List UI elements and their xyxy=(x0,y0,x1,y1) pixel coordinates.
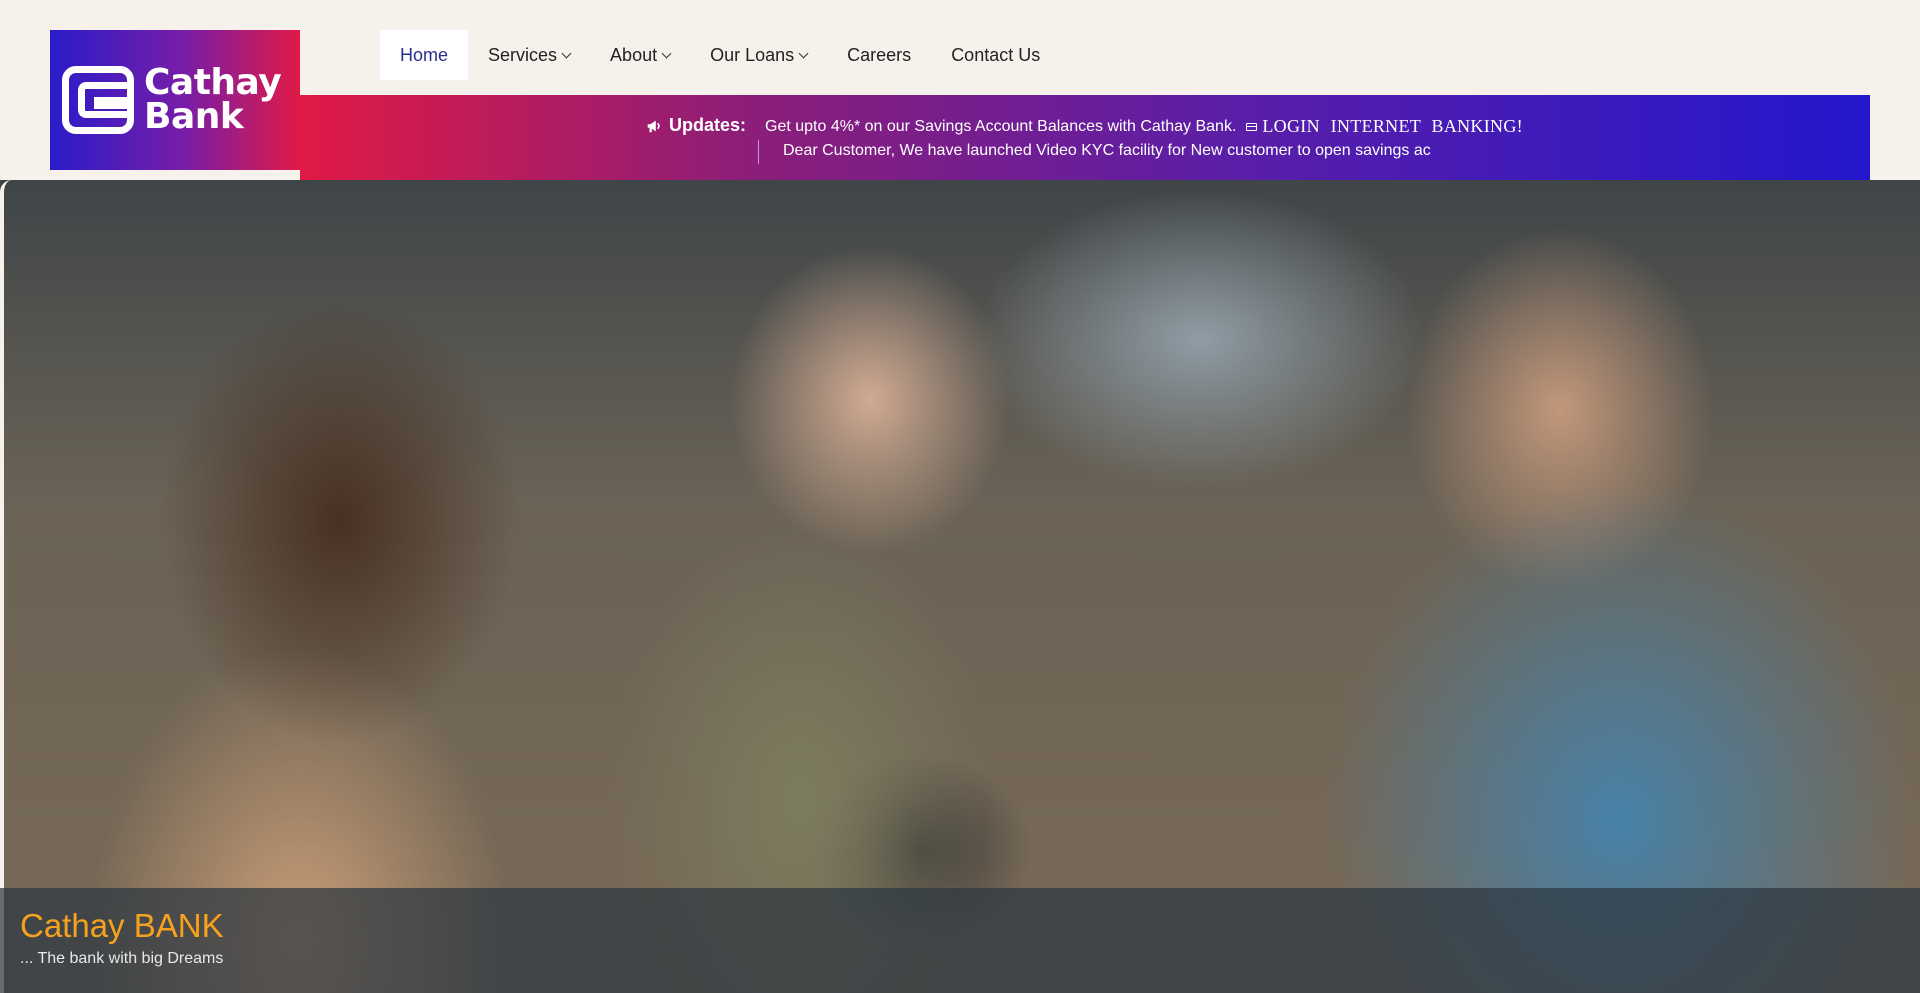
nav-label-careers: Careers xyxy=(847,44,912,65)
hero-caption: Cathay BANK ... The bank with big Dreams xyxy=(0,888,1920,993)
nav-item-our-loans[interactable]: Our Loans xyxy=(690,30,827,80)
ticker-divider xyxy=(758,140,759,164)
bank-logo[interactable]: Cathay Bank xyxy=(50,30,300,170)
updates-label: Updates: xyxy=(645,115,746,136)
logo-line2: Bank xyxy=(144,96,244,137)
updates-bar: Updates: Get upto 4%* on our Savings Acc… xyxy=(300,95,1870,180)
hero-frame xyxy=(0,180,1920,993)
nav-label-our-loans: Our Loans xyxy=(710,44,795,65)
nav-item-home[interactable]: Home xyxy=(380,30,469,80)
login-internet-banking-link[interactable]: LOGIN INTERNET BANKING! xyxy=(1246,116,1523,137)
logo-line1: Cathay xyxy=(144,62,282,103)
nav-label-services: Services xyxy=(488,44,558,65)
hero-title: Cathay BANK xyxy=(20,907,224,944)
chevron-down-icon xyxy=(798,48,809,58)
hero-subtitle: ... The bank with big Dreams xyxy=(20,950,224,967)
main-nav: Home Services About Our Loans Careers Co… xyxy=(380,30,1060,80)
nav-label-contact-us: Contact Us xyxy=(951,44,1041,65)
chevron-down-icon xyxy=(661,48,672,58)
nav-item-careers[interactable]: Careers xyxy=(827,30,931,80)
nav-label-about: About xyxy=(610,44,658,65)
chevron-down-icon xyxy=(561,48,572,58)
ticker-item[interactable]: Get upto 4%* on our Savings Account Bala… xyxy=(765,116,1523,137)
nav-item-services[interactable]: Services xyxy=(468,30,590,80)
updates-label-text: Updates: xyxy=(669,115,747,135)
logo-mark-icon xyxy=(62,66,134,134)
megaphone-icon xyxy=(647,120,660,132)
logo-text: Cathay Bank xyxy=(144,62,282,137)
nav-item-about[interactable]: About xyxy=(590,30,690,80)
nav-label-home: Home xyxy=(400,44,449,65)
nav-item-contact-us[interactable]: Contact Us xyxy=(931,30,1060,80)
ticker-text-kyc[interactable]: Dear Customer, We have launched Video KY… xyxy=(783,142,1431,160)
login-link-label: LOGIN INTERNET BANKING! xyxy=(1262,116,1523,136)
card-icon xyxy=(1246,122,1258,131)
ticker-text-savings: Get upto 4%* on our Savings Account Bala… xyxy=(765,117,1237,135)
hero-banner: Cathay BANK ... The bank with big Dreams xyxy=(0,180,1920,993)
